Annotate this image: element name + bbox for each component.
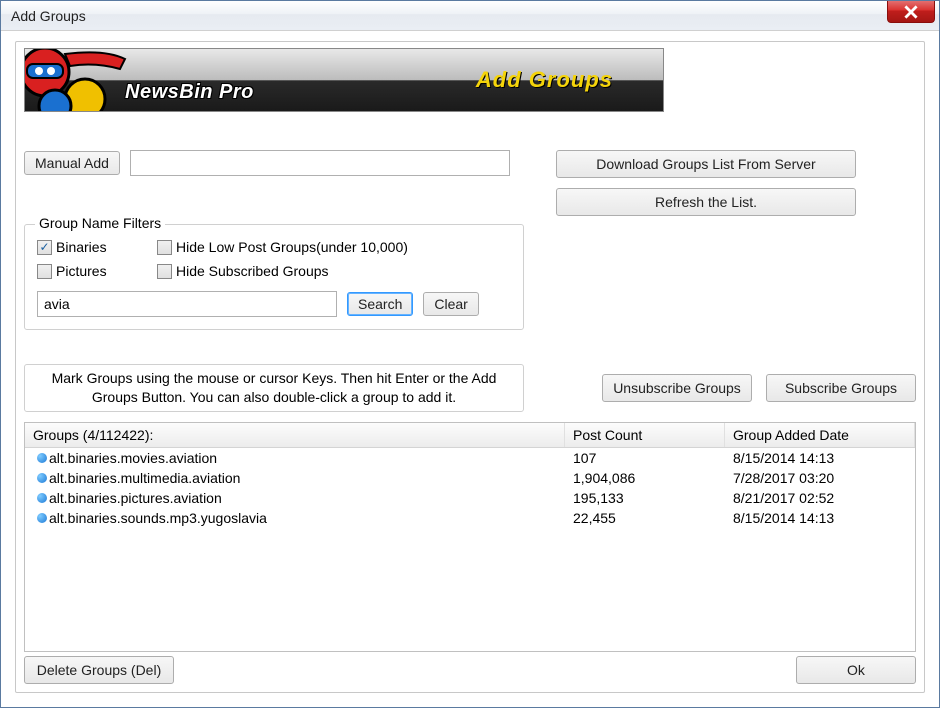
group-post-count: 195,133: [565, 489, 725, 507]
group-post-count: 1,904,086: [565, 469, 725, 487]
checkbox-icon: [37, 264, 52, 279]
column-header-date[interactable]: Group Added Date: [725, 423, 915, 447]
table-row[interactable]: alt.binaries.movies.aviation 1078/15/2014…: [25, 448, 915, 468]
group-status-icon: [37, 473, 47, 483]
checkbox-label: Hide Low Post Groups(under 10,000): [176, 239, 408, 255]
column-header-name[interactable]: Groups (4/112422):: [25, 423, 565, 447]
content-panel: NewsBin Pro Add Groups Manual Add Downlo…: [15, 41, 925, 693]
checkbox-hide-subscribed[interactable]: Hide Subscribed Groups: [157, 263, 511, 279]
delete-groups-button[interactable]: Delete Groups (Del): [24, 656, 174, 684]
refresh-list-button[interactable]: Refresh the List.: [556, 188, 856, 216]
hint-text: Mark Groups using the mouse or cursor Ke…: [24, 364, 524, 412]
checkbox-icon: [157, 264, 172, 279]
group-added-date: 8/15/2014 14:13: [725, 509, 915, 527]
download-list-button[interactable]: Download Groups List From Server: [556, 150, 856, 178]
window: Add Groups NewsBin Pro Add Groups Manual…: [0, 0, 940, 708]
checkbox-icon: ✓: [37, 240, 52, 255]
checkbox-icon: [157, 240, 172, 255]
banner: NewsBin Pro Add Groups: [24, 48, 664, 112]
group-status-icon: [37, 513, 47, 523]
ok-button[interactable]: Ok: [796, 656, 916, 684]
clear-button[interactable]: Clear: [423, 292, 478, 316]
group-name: alt.binaries.pictures.aviation: [49, 490, 222, 506]
search-input[interactable]: [37, 291, 337, 317]
list-header[interactable]: Groups (4/112422): Post Count Group Adde…: [25, 423, 915, 448]
unsubscribe-button[interactable]: Unsubscribe Groups: [602, 374, 752, 402]
group-status-icon: [37, 453, 47, 463]
group-post-count: 22,455: [565, 509, 725, 527]
column-header-post[interactable]: Post Count: [565, 423, 725, 447]
manual-add-input[interactable]: [130, 150, 510, 176]
table-row[interactable]: alt.binaries.multimedia.aviation 1,904,08…: [25, 468, 915, 488]
search-button[interactable]: Search: [347, 292, 413, 316]
window-title: Add Groups: [11, 8, 86, 24]
titlebar[interactable]: Add Groups: [1, 1, 939, 31]
group-name: alt.binaries.movies.aviation: [49, 450, 217, 466]
filters-legend: Group Name Filters: [35, 215, 165, 231]
group-added-date: 8/15/2014 14:13: [725, 449, 915, 467]
group-post-count: 107: [565, 449, 725, 467]
group-name: alt.binaries.sounds.mp3.yugoslavia: [49, 510, 267, 526]
list-body[interactable]: alt.binaries.movies.aviation1078/15/2014…: [25, 448, 915, 651]
checkbox-label: Hide Subscribed Groups: [176, 263, 329, 279]
group-status-icon: [37, 493, 47, 503]
banner-app-name: NewsBin Pro: [125, 81, 254, 104]
table-row[interactable]: alt.binaries.sounds.mp3.yugoslavia 22,455…: [25, 508, 915, 528]
group-name: alt.binaries.multimedia.aviation: [49, 470, 240, 486]
group-added-date: 7/28/2017 03:20: [725, 469, 915, 487]
checkbox-hide-low[interactable]: Hide Low Post Groups(under 10,000): [157, 239, 511, 255]
checkbox-pictures[interactable]: Pictures: [37, 263, 157, 279]
manual-add-button[interactable]: Manual Add: [24, 151, 120, 175]
checkbox-binaries[interactable]: ✓ Binaries: [37, 239, 157, 255]
checkbox-label: Binaries: [56, 239, 107, 255]
banner-title: Add Groups: [476, 67, 613, 93]
close-icon: [904, 5, 918, 19]
subscribe-button[interactable]: Subscribe Groups: [766, 374, 916, 402]
close-button[interactable]: [887, 1, 935, 23]
table-row[interactable]: alt.binaries.pictures.aviation 195,1338/2…: [25, 488, 915, 508]
groups-list: Groups (4/112422): Post Count Group Adde…: [24, 422, 916, 652]
group-added-date: 8/21/2017 02:52: [725, 489, 915, 507]
filters-fieldset: Group Name Filters ✓ Binaries Hide Low P…: [24, 224, 524, 330]
checkbox-label: Pictures: [56, 263, 107, 279]
